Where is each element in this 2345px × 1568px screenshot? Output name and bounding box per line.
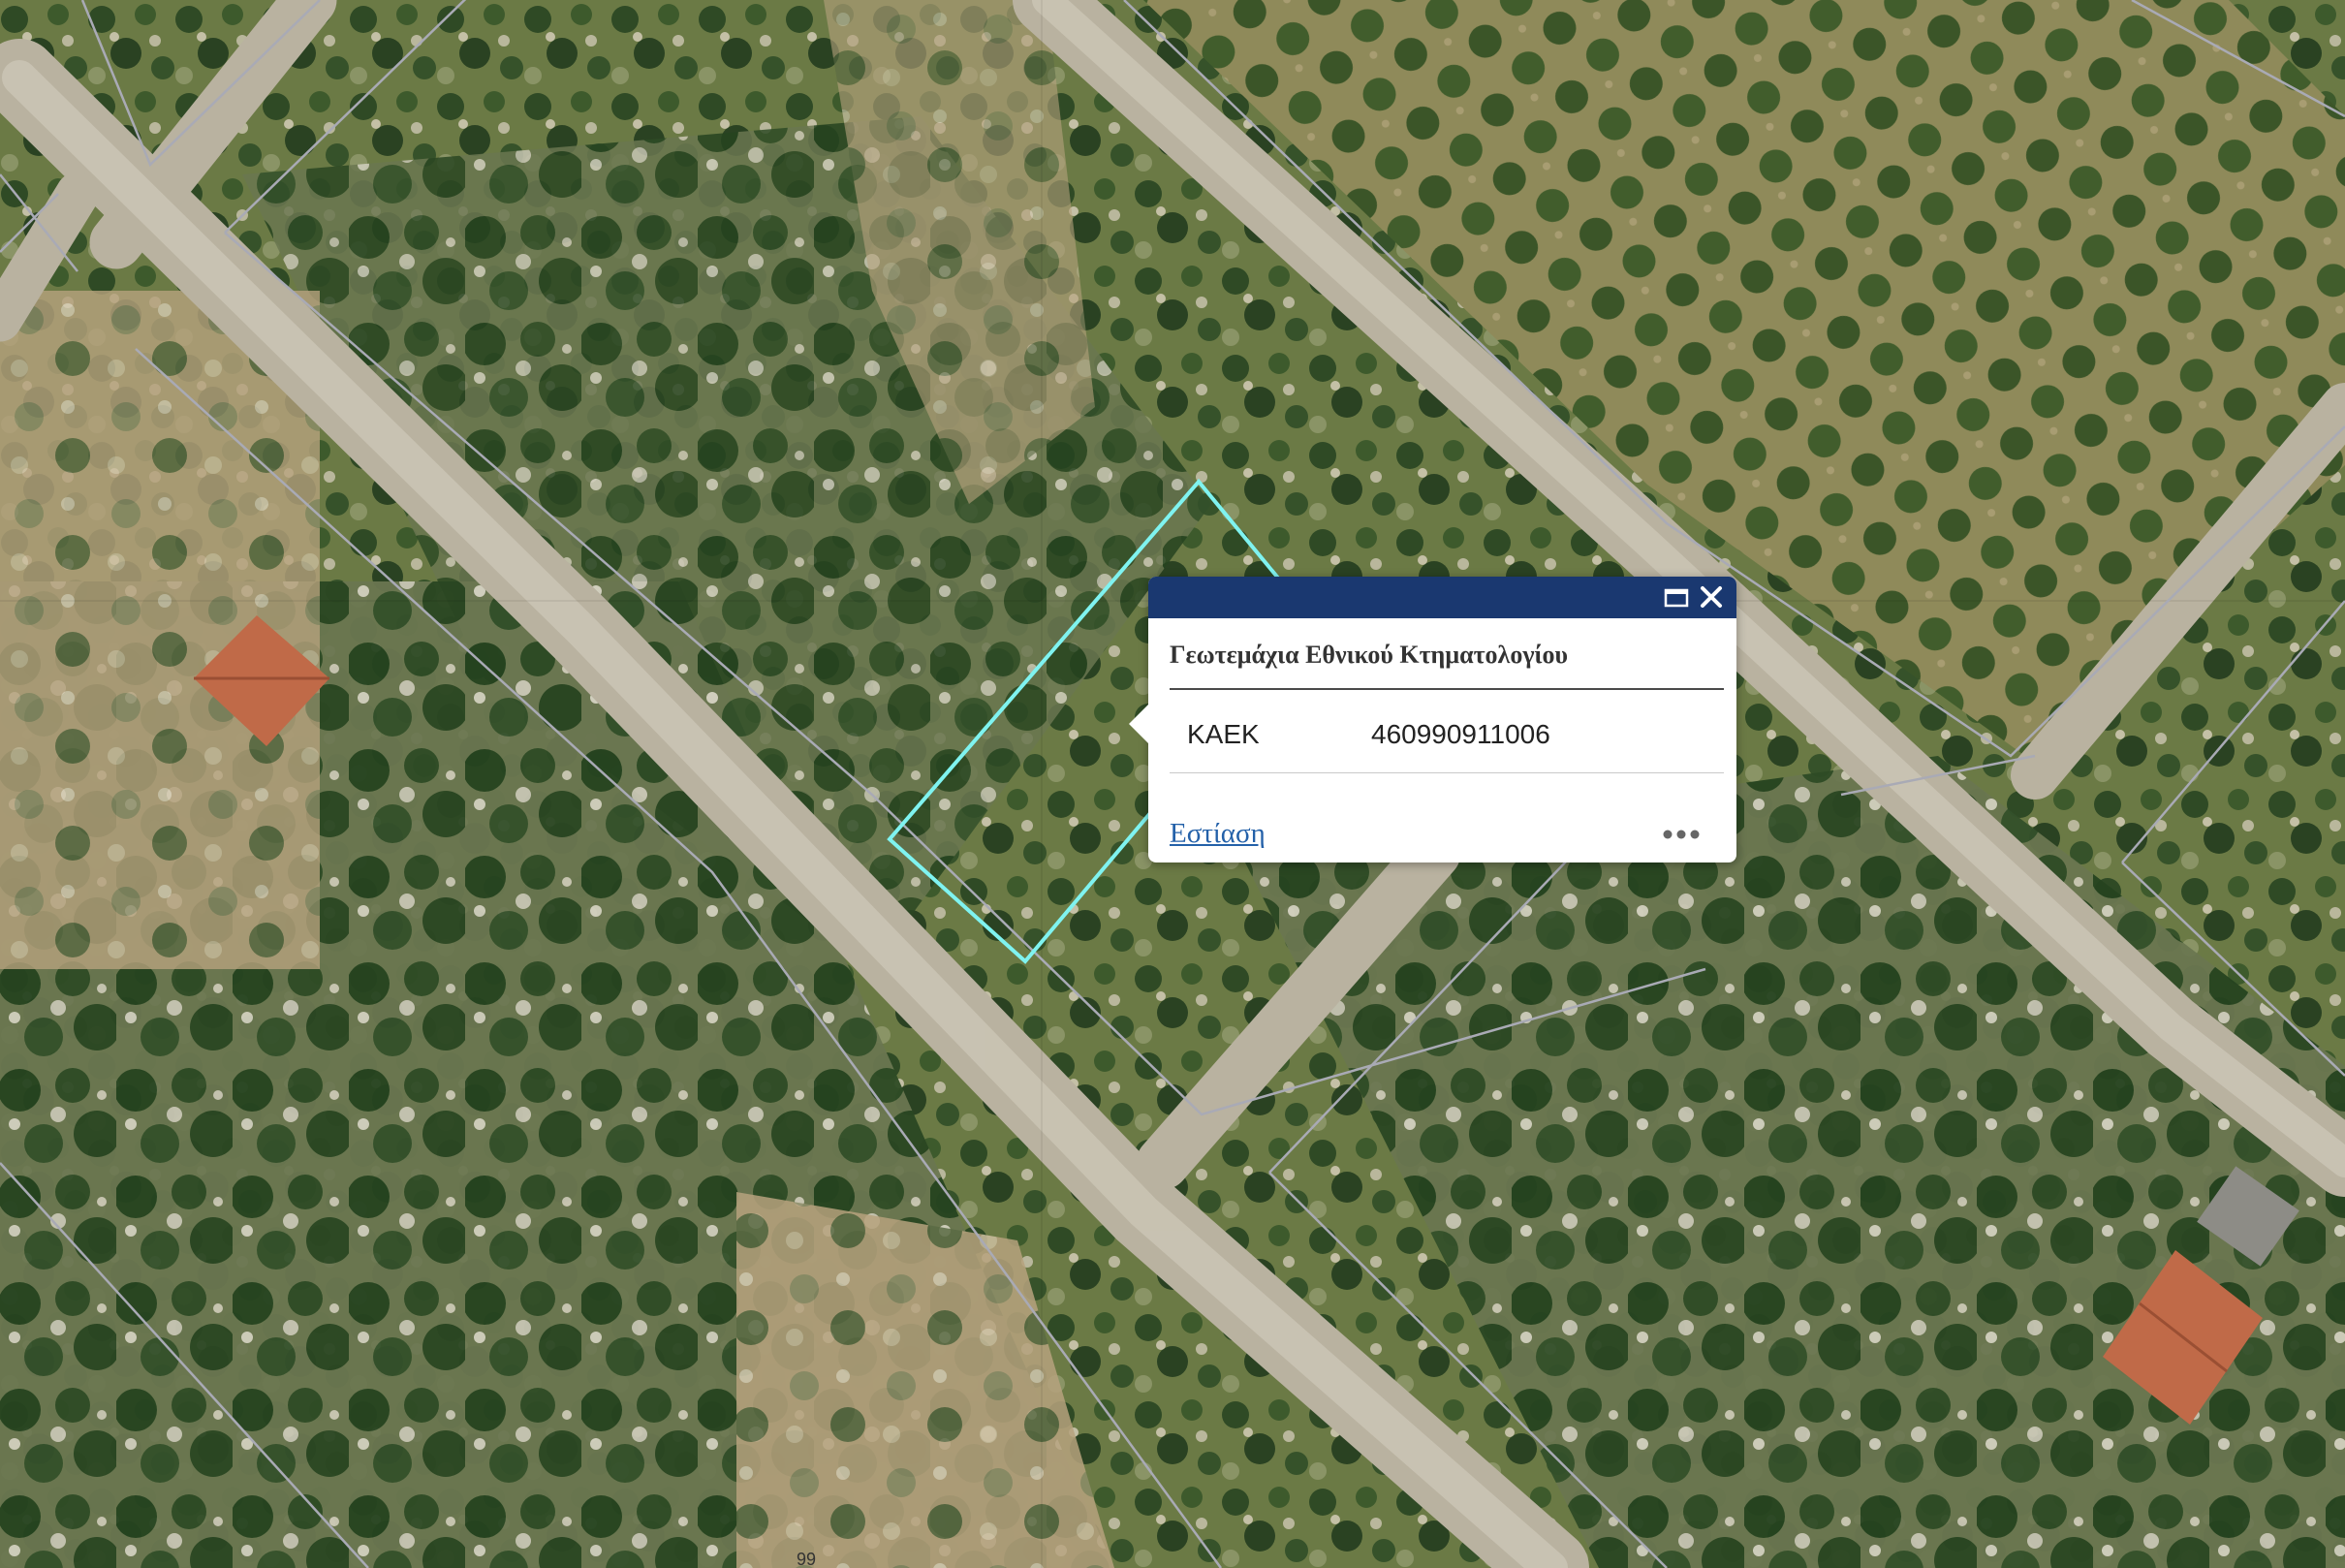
maximize-icon[interactable] (1662, 582, 1691, 612)
attribute-row: ΚΑΕΚ 460990911006 (1170, 690, 1724, 768)
attribute-divider (1170, 772, 1724, 773)
feature-popup: Γεωτεμάχια Εθνικού Κτηματολογίου ΚΑΕΚ 46… (1129, 577, 1736, 862)
zoom-to-link[interactable]: Εστίαση (1170, 818, 1266, 850)
attribute-value: 460990911006 (1371, 719, 1550, 749)
edge-label: 99 (797, 1550, 817, 1568)
close-icon[interactable] (1697, 582, 1726, 612)
popup-header (1148, 577, 1736, 618)
popup-pointer (1129, 705, 1148, 743)
attribute-key: ΚΑΕΚ (1187, 719, 1260, 749)
ellipsis-icon[interactable] (1657, 823, 1705, 846)
popup-title: Γεωτεμάχια Εθνικού Κτηματολογίου (1170, 641, 1569, 669)
